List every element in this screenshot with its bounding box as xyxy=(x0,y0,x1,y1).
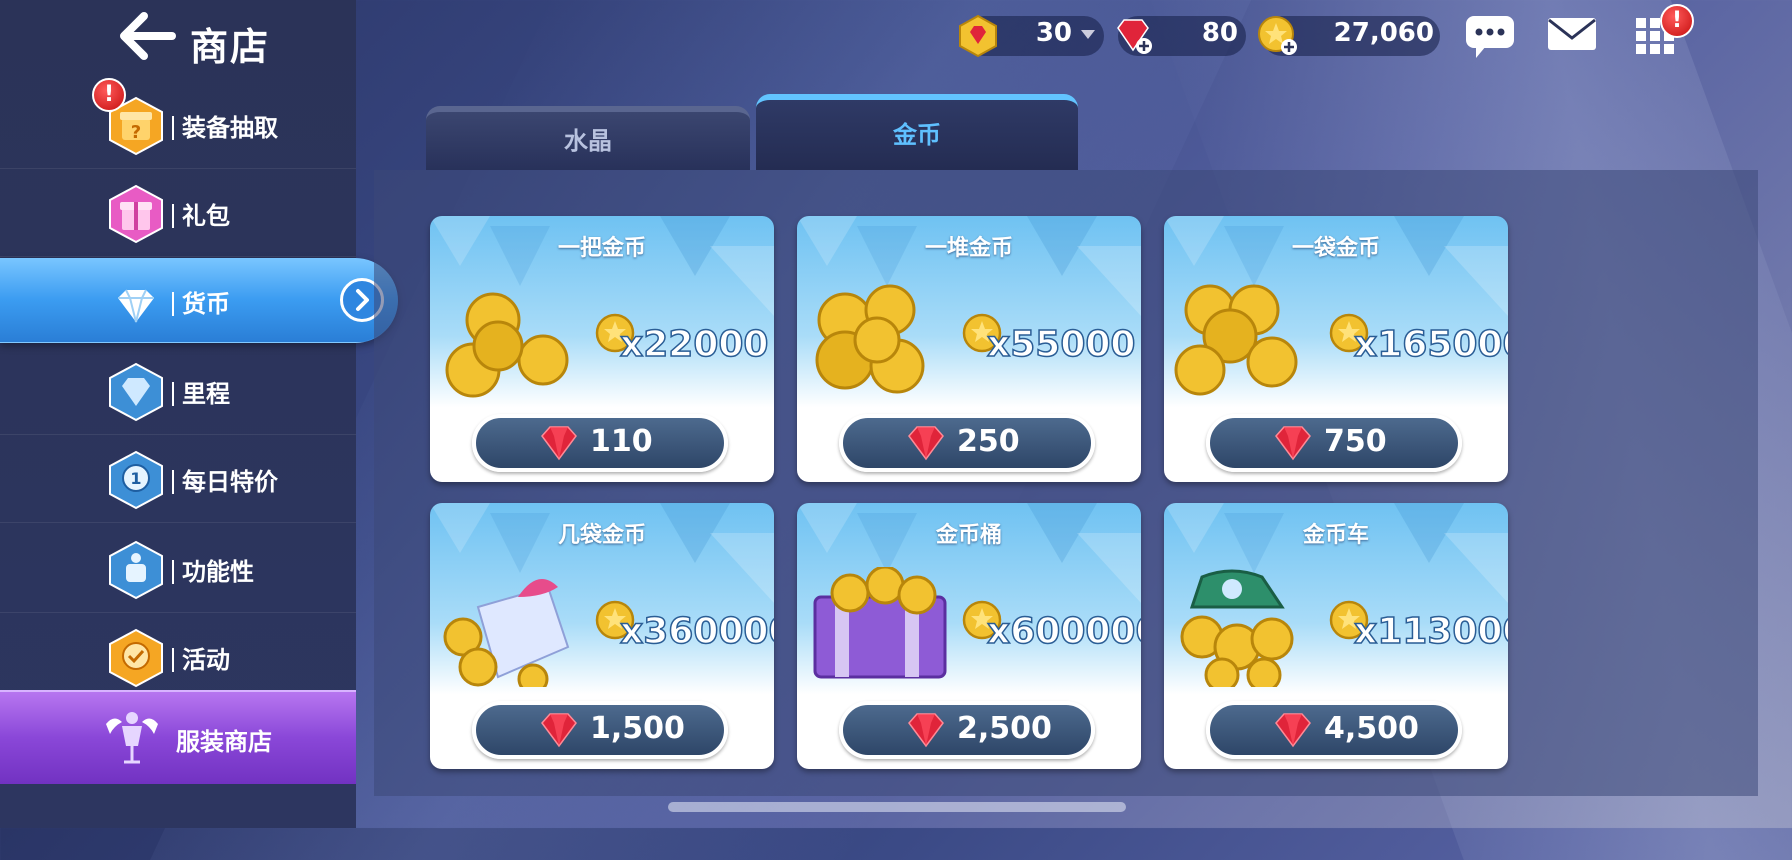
sidebar-item-label: 货币 xyxy=(172,284,230,319)
sidebar-item-gift-pack[interactable]: 礼包 xyxy=(0,170,356,257)
price-value: 1,500 xyxy=(590,711,685,746)
tab-crystal[interactable]: 水晶 xyxy=(426,106,750,170)
coin-pile-icon xyxy=(813,567,947,679)
coin-pile-icon xyxy=(815,284,925,394)
red-gem-icon xyxy=(908,713,944,748)
coins-value: 27,060 xyxy=(1333,18,1434,48)
buy-price-button[interactable]: 110 xyxy=(472,414,728,472)
coin-pile-icon xyxy=(1174,284,1298,396)
sidebar-item-currency[interactable]: 货币 xyxy=(0,258,398,343)
level-value: 30 xyxy=(1035,18,1072,48)
product-name: 金币桶 xyxy=(935,523,1002,548)
svg-text:?: ? xyxy=(131,122,141,143)
gems-value: 80 xyxy=(1201,18,1238,48)
buy-price-button[interactable]: 250 xyxy=(839,414,1095,472)
add-coins-icon[interactable] xyxy=(1256,14,1300,58)
costume-shop-button[interactable]: 服装商店 xyxy=(0,690,356,784)
red-gem-icon xyxy=(1275,713,1311,748)
product-card[interactable]: 一堆金币 x55000 250 xyxy=(797,216,1141,482)
price-value: 2,500 xyxy=(957,711,1052,746)
diamond-icon xyxy=(118,289,154,323)
coin-pile-icon xyxy=(445,292,569,398)
sidebar-item-label: 装备抽取 xyxy=(172,108,278,143)
sidebar-item-equipment-gacha[interactable]: ? 装备抽取 ! xyxy=(0,78,356,169)
sidebar-item-mileage[interactable]: 里程 xyxy=(0,348,356,435)
product-card[interactable]: 一把金币 x22000 110 xyxy=(430,216,774,482)
horizontal-scrollbar[interactable] xyxy=(668,802,1126,812)
event-badge-icon xyxy=(109,628,163,688)
sidebar-item-label: 每日特价 xyxy=(172,462,278,497)
price-value: 250 xyxy=(957,424,1020,459)
sidebar-item-label: 活动 xyxy=(172,640,230,675)
back-arrow-icon[interactable] xyxy=(118,12,176,60)
product-card[interactable]: 金币桶 x600000 2,500 xyxy=(797,503,1141,769)
sidebar-item-label: 功能性 xyxy=(172,552,254,587)
mail-icon[interactable] xyxy=(1546,16,1598,52)
rank-gem-badge-icon xyxy=(959,14,997,58)
function-icon xyxy=(109,540,163,600)
buy-price-button[interactable]: 4,500 xyxy=(1206,701,1462,759)
dropdown-arrow-icon[interactable] xyxy=(1078,26,1098,42)
costume-shop-label: 服装商店 xyxy=(176,728,272,756)
red-gem-icon xyxy=(908,426,944,461)
red-gem-icon xyxy=(1275,426,1311,461)
product-card[interactable]: 金币车 x1130000 4,500 xyxy=(1164,503,1508,769)
page-title: 商店 xyxy=(190,25,271,69)
coin-amount: x360000 xyxy=(619,610,774,653)
price-value: 110 xyxy=(590,424,653,459)
coin-amount: x1130000 xyxy=(1353,610,1508,653)
product-card[interactable]: 一袋金币 x165000 750 xyxy=(1164,216,1508,482)
product-card[interactable]: 几袋金币 x360000 1,500 xyxy=(430,503,774,769)
sidebar-item-event[interactable]: 活动 xyxy=(0,614,356,701)
product-name: 一堆金币 xyxy=(924,236,1013,261)
price-value: 750 xyxy=(1324,424,1387,459)
product-name: 一袋金币 xyxy=(1291,236,1380,261)
menu-alert-badge: ! xyxy=(1660,4,1694,38)
buy-price-button[interactable]: 1,500 xyxy=(472,701,728,759)
red-gem-icon xyxy=(541,426,577,461)
coin-amount: x600000 xyxy=(986,610,1141,653)
coin-amount: x165000 xyxy=(1353,323,1508,366)
add-gems-icon[interactable] xyxy=(1112,16,1154,56)
daily-deal-badge-icon: 1 xyxy=(109,450,163,510)
product-name: 金币车 xyxy=(1302,523,1369,548)
alert-badge: ! xyxy=(92,78,126,112)
sidebar-item-label: 里程 xyxy=(172,374,230,409)
coin-pile-icon xyxy=(443,579,570,687)
sidebar-item-function[interactable]: 功能性 xyxy=(0,526,356,613)
buy-price-button[interactable]: 750 xyxy=(1206,414,1462,472)
chat-icon[interactable] xyxy=(1464,14,1516,60)
sidebar-item-daily-deal[interactable]: 1 每日特价 xyxy=(0,436,356,523)
price-value: 4,500 xyxy=(1324,711,1419,746)
coin-amount: x55000 xyxy=(986,323,1136,366)
buy-price-button[interactable]: 2,500 xyxy=(839,701,1095,759)
gift-box-icon xyxy=(109,184,163,244)
mileage-diamond-icon xyxy=(109,362,163,422)
svg-text:1: 1 xyxy=(130,469,141,488)
coin-amount: x22000 xyxy=(619,323,769,366)
product-name: 一把金币 xyxy=(557,236,646,261)
product-name: 几袋金币 xyxy=(557,523,646,548)
shop-sidebar: 商店 ? 装备抽取 ! 礼包 货币 里程 1 每日特价 功能性 活动 服装商店 xyxy=(0,0,398,828)
coin-pile-icon xyxy=(1180,569,1294,687)
red-gem-icon xyxy=(541,713,577,748)
tab-gold-coins[interactable]: 金币 xyxy=(756,94,1078,170)
sidebar-item-label: 礼包 xyxy=(172,196,230,231)
costume-mannequin-icon xyxy=(106,712,158,764)
